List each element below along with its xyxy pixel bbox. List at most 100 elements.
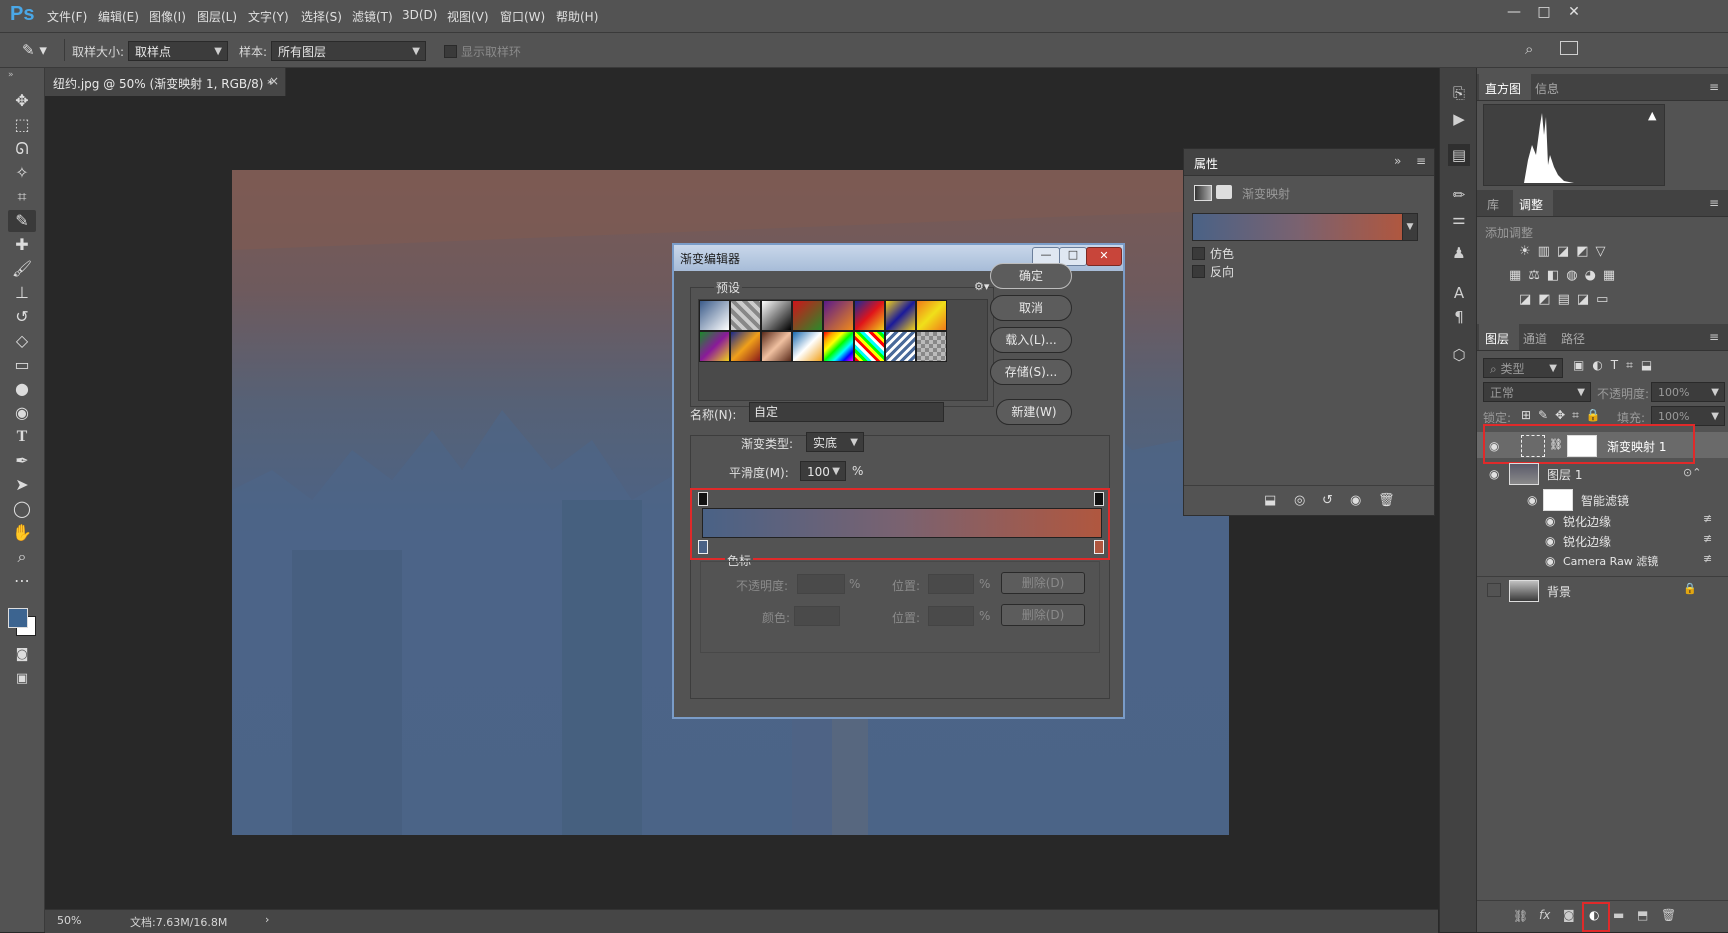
layer-row[interactable]: ◉ Camera Raw 滤镜 ≢ [1477,550,1728,570]
menu-help[interactable]: 帮助(H) [556,8,598,25]
trash-icon[interactable]: 🗑 [1378,493,1395,508]
crop-tool-icon[interactable]: ⌗ [8,186,36,208]
layer-row[interactable]: ◉ 图层 1 ⊙⌃ [1477,460,1728,486]
hand-tool-icon[interactable]: ✋ [8,522,36,544]
layer-row[interactable]: ◉ 锐化边缘 ≢ [1477,510,1728,530]
menu-3d[interactable]: 3D(D) [402,8,437,22]
menu-layer[interactable]: 图层(L) [197,8,237,25]
stop-opacity-input[interactable] [797,574,845,594]
dither-checkbox[interactable] [1192,247,1205,260]
delete-opacity-stop-button[interactable]: 删除(D) [1001,572,1085,594]
smoothness-input[interactable]: 100 ▼ [800,461,846,481]
dialog-close-button[interactable]: ✕ [1086,247,1122,266]
view-previous-icon[interactable]: ◎ [1294,493,1305,508]
ellipse-tool-icon[interactable]: ◯ [8,498,36,520]
ok-button[interactable]: 确定 [990,263,1072,289]
trash-icon[interactable]: 🗑 [1661,908,1676,922]
filter-options-icon[interactable]: ≢ [1703,552,1712,565]
sample-select[interactable]: 所有图层 ▼ [271,41,426,61]
new-layer-icon[interactable]: ⬒ [1637,908,1648,922]
paragraph-icon[interactable]: ¶ [1448,306,1470,328]
menu-file[interactable]: 文件(F) [47,8,87,25]
gradient-preset-swatch[interactable] [730,300,761,331]
menu-window[interactable]: 窗口(W) [500,8,545,25]
opacity-input[interactable]: 100% ▼ [1651,382,1725,402]
panel-menu-icon[interactable]: ≡ [1709,330,1719,344]
pen-tool-icon[interactable]: ✒ [8,450,36,472]
status-menu-arrow[interactable]: › [265,913,269,926]
document-tab[interactable]: 纽约.jpg @ 50% (渐变映射 1, RGB/8) * × [45,68,286,96]
delete-color-stop-button[interactable]: 删除(D) [1001,604,1085,626]
blur-tool-icon[interactable]: ● [8,378,36,400]
menu-filter[interactable]: 滤镜(T) [352,8,393,25]
layer-name[interactable]: 智能滤镜 [1581,492,1629,509]
tab-layers[interactable]: 图层 [1485,330,1509,347]
gradient-preset-swatch[interactable] [730,331,761,362]
new-group-icon[interactable]: ▬ [1613,908,1624,922]
screen-mode-icon[interactable]: ▣ [8,668,36,690]
visibility-toggle-empty[interactable] [1487,583,1501,597]
menu-type[interactable]: 文字(Y) [248,8,289,25]
menu-select[interactable]: 选择(S) [301,8,342,25]
name-input[interactable]: 自定 [749,402,944,422]
menu-edit[interactable]: 编辑(E) [98,8,139,25]
show-ring-checkbox[interactable] [444,45,457,58]
gradient-preset-swatch[interactable] [854,300,885,331]
add-mask-icon[interactable]: ◙ [1563,908,1575,922]
link-layers-icon[interactable]: ⛓ [1513,909,1528,923]
panel-menu-icon[interactable]: ≡ [1709,196,1719,210]
gradient-preview[interactable] [1192,213,1404,241]
visibility-icon[interactable]: ◉ [1545,554,1555,568]
gear-icon[interactable]: ⚙▾ [974,280,989,293]
brush-settings-icon[interactable]: ⚌ [1448,208,1470,230]
gradient-preset-swatch[interactable] [792,331,823,362]
visibility-icon[interactable]: ◉ [1350,493,1361,508]
load-button[interactable]: 载入(L)... [990,327,1072,353]
reset-icon[interactable]: ↺ [1322,493,1333,508]
cancel-button[interactable]: 取消 [990,295,1072,321]
filter-options-icon[interactable]: ≢ [1703,532,1712,545]
visibility-icon[interactable]: ◉ [1545,514,1555,528]
quick-mask-icon[interactable]: ◙ [8,644,36,666]
foreground-color-swatch[interactable] [8,608,28,628]
properties-icon[interactable]: ▤ [1448,144,1470,166]
panel-menu-icon[interactable]: ≡ [1416,154,1426,168]
layer-filter-select[interactable]: ⌕ 类型 ▼ [1483,358,1563,378]
tab-adjustments[interactable]: 调整 [1519,196,1543,213]
gradient-preset-swatch[interactable] [792,300,823,331]
tab-channels[interactable]: 通道 [1523,330,1547,347]
visibility-icon[interactable]: ◉ [1489,467,1499,481]
new-button[interactable]: 新建(W) [996,399,1072,425]
gradient-preset-swatch[interactable] [823,331,854,362]
marquee-tool-icon[interactable]: ⬚ [8,114,36,136]
stop-color-location-input[interactable] [928,606,974,626]
dodge-tool-icon[interactable]: ◉ [8,402,36,424]
visibility-icon[interactable]: ◉ [1545,534,1555,548]
layer-row[interactable]: ◉ 锐化边缘 ≢ [1477,530,1728,550]
adjustment-icons-row-2[interactable]: ▦⚖◧◍◕▦ [1509,268,1689,283]
move-tool-icon[interactable]: ✥ [8,90,36,112]
gradient-preset-swatch[interactable] [916,300,947,331]
gradient-type-select[interactable]: 实底 ▼ [806,432,864,452]
gradient-preset-swatch[interactable] [699,331,730,362]
actions-icon[interactable]: ▶ [1448,108,1470,130]
layer-name[interactable]: Camera Raw 滤镜 [1563,553,1658,569]
mask-icon[interactable] [1216,185,1232,199]
tab-paths[interactable]: 路径 [1561,330,1585,347]
gradient-preset-swatch[interactable] [885,331,916,362]
filter-mask-thumbnail[interactable] [1543,489,1573,511]
zoom-tool-icon[interactable]: ⌕ [8,546,36,568]
minimize-button[interactable]: — [1500,2,1528,24]
type-tool-icon[interactable]: T [8,426,36,448]
gradient-preset-swatch[interactable] [761,331,792,362]
clone-source-icon[interactable]: ♟ [1448,242,1470,264]
layer-row[interactable]: ◉ 智能滤镜 [1477,486,1728,512]
maximize-button[interactable]: □ [1530,2,1558,24]
quick-select-tool-icon[interactable]: ✧ [8,162,36,184]
brush-tool-icon[interactable]: 🖌 [8,258,36,280]
layer-name[interactable]: 锐化边缘 [1563,513,1611,530]
fx-icon[interactable]: fx [1539,908,1550,922]
stop-color-swatch[interactable] [794,606,840,626]
warning-icon[interactable]: ▲ [1648,109,1656,122]
blend-mode-select[interactable]: 正常 ▼ [1483,382,1591,402]
